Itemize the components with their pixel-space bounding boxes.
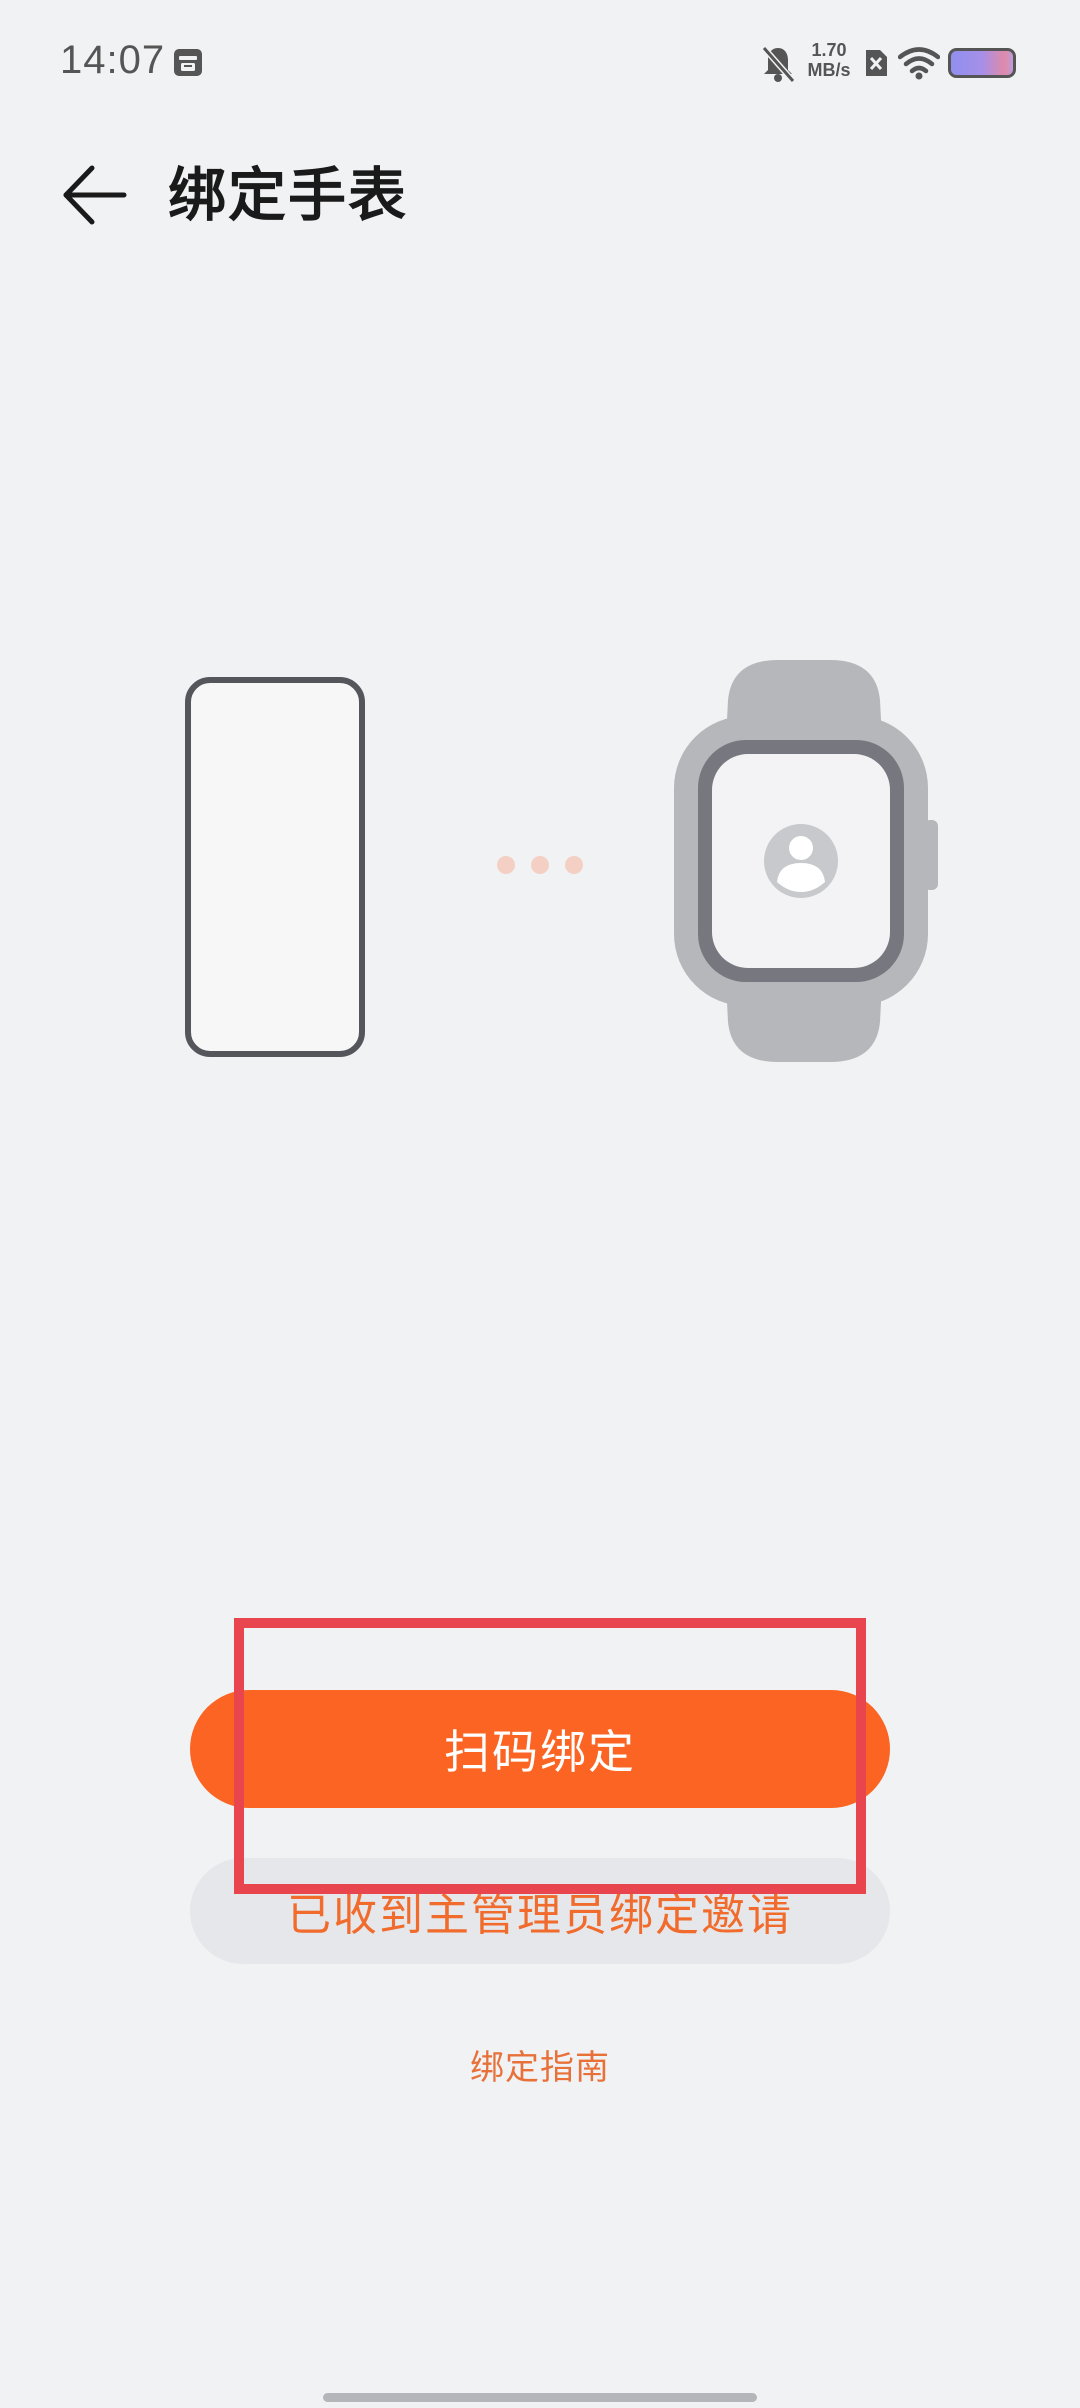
sim-disabled-icon <box>866 50 887 76</box>
status-time: 14:07 <box>60 38 166 82</box>
accept-invite-button[interactable]: 已收到主管理员绑定邀请 <box>190 1858 890 1964</box>
binding-guide-link[interactable]: 绑定指南 <box>0 2040 1080 2089</box>
wifi-icon <box>898 47 940 80</box>
page-title: 绑定手表 <box>168 161 409 229</box>
status-bar: 14:07 1.70 MB/s <box>0 0 1080 126</box>
user-avatar-icon <box>764 824 838 898</box>
dots-icon <box>497 856 583 874</box>
network-speed-value: 1.70 <box>811 40 847 60</box>
pairing-illustration <box>0 660 1080 1080</box>
network-speed-unit: MB/s <box>807 60 851 80</box>
home-indicator[interactable] <box>323 2393 757 2402</box>
battery-icon <box>948 48 1016 78</box>
bell-off-icon <box>761 46 796 83</box>
app-bar: 绑定手表 <box>0 140 1080 250</box>
calendar-app-icon <box>174 49 202 76</box>
phone-icon <box>185 677 365 1057</box>
scan-bind-button[interactable]: 扫码绑定 <box>190 1690 890 1808</box>
network-speed: 1.70 MB/s <box>803 40 855 80</box>
watch-icon <box>674 660 938 1062</box>
arrow-left-icon[interactable] <box>60 160 130 230</box>
